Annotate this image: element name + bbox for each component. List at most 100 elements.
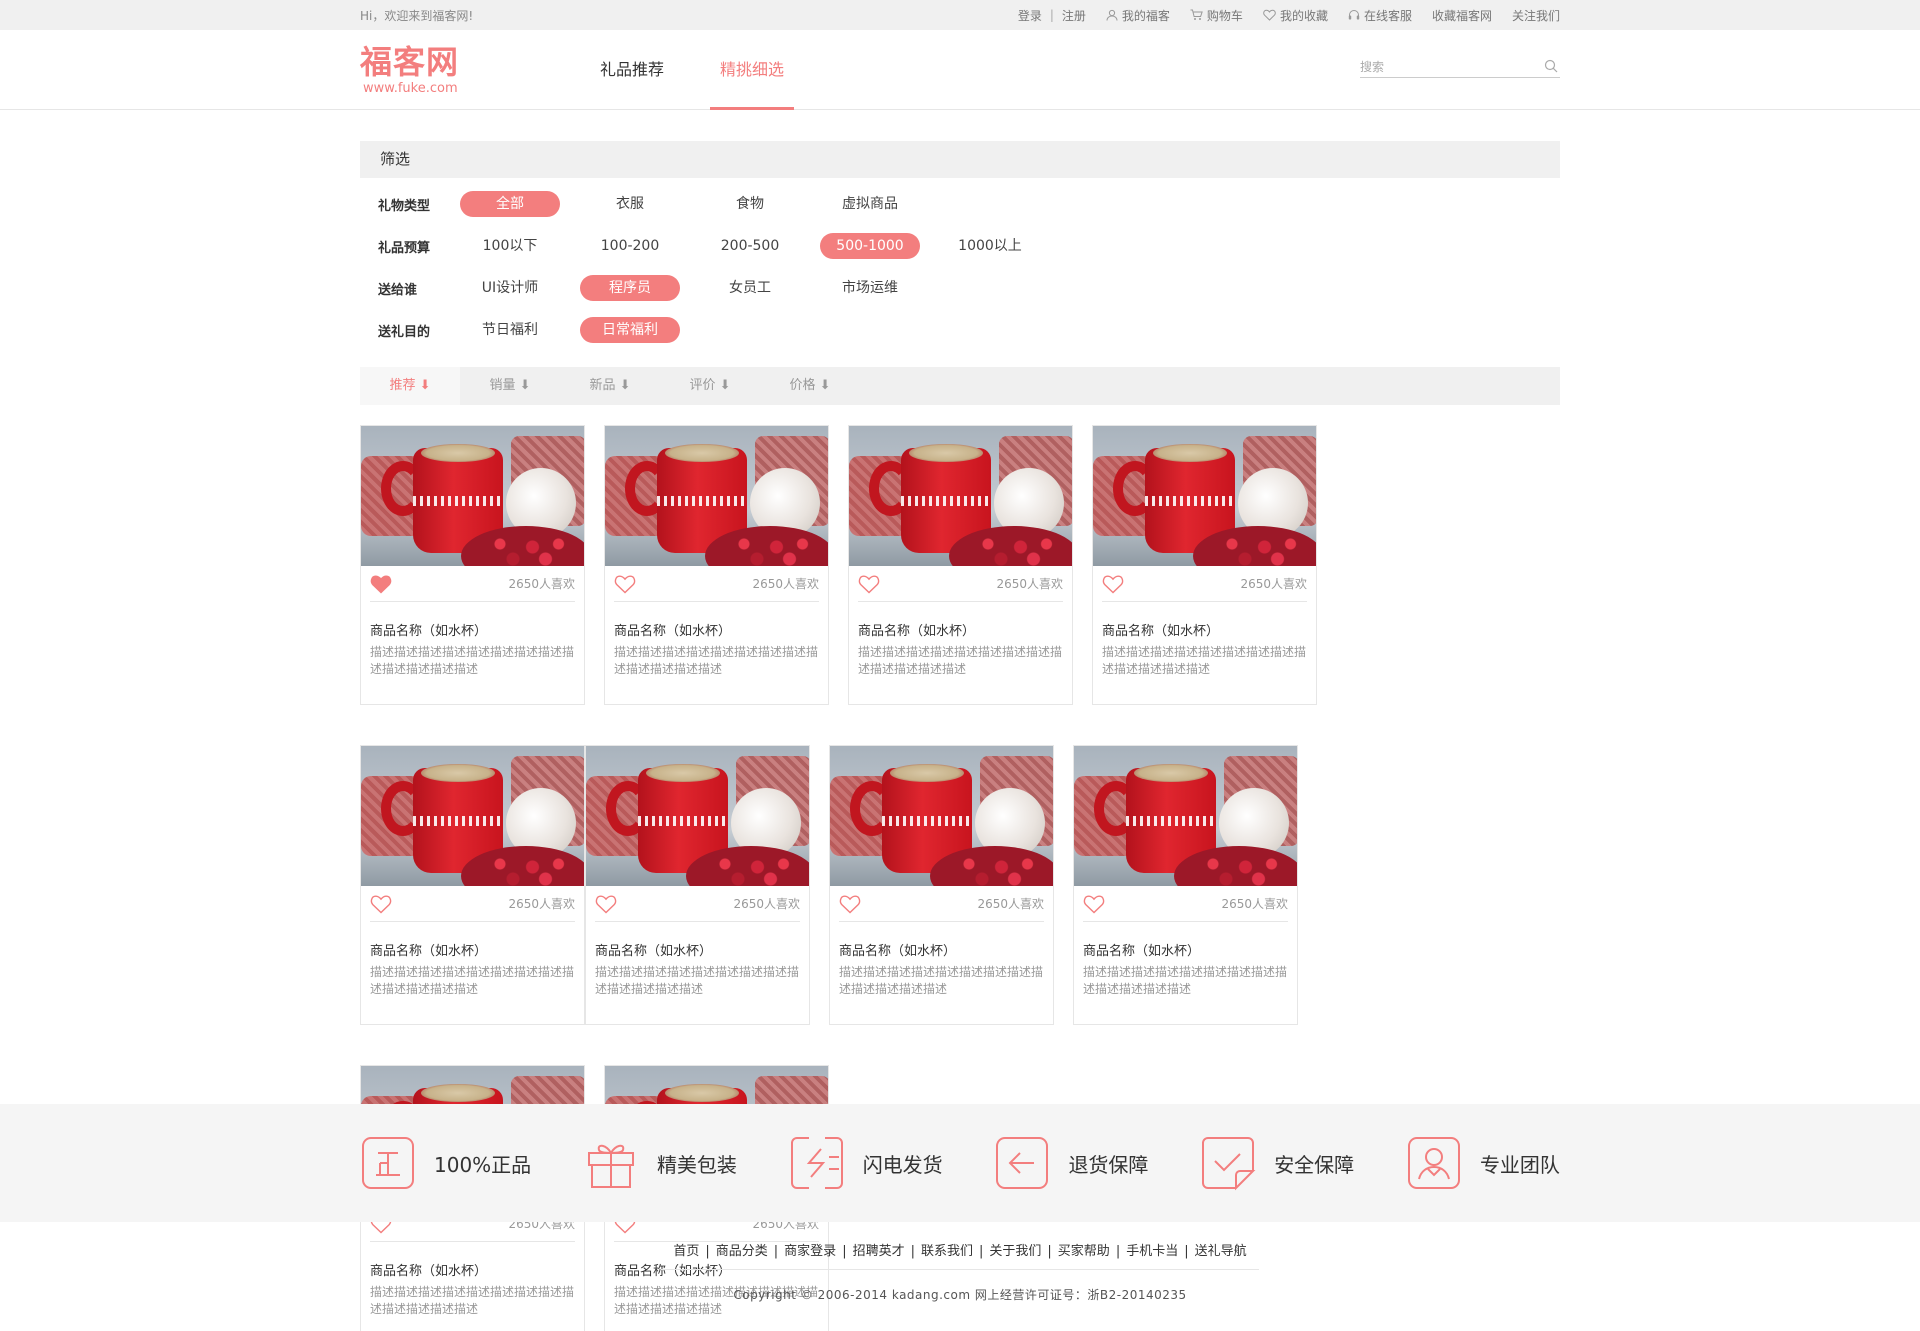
filter-option[interactable]: 女员工 [700, 275, 800, 301]
product-name[interactable]: 商品名称（如水杯） [595, 940, 800, 959]
sort-option[interactable]: 评价 ⬇ [660, 367, 760, 405]
cart-icon [1190, 9, 1203, 20]
search-input[interactable] [1360, 57, 1530, 77]
product-card[interactable]: 2650人喜欢 商品名称（如水杯） 描述描述描述描述描述描述描述描述描述描述描述描述… [829, 745, 1054, 1025]
favorites-link[interactable]: 我的收藏 [1263, 7, 1328, 24]
filter-option[interactable]: 程序员 [580, 275, 680, 301]
product-name[interactable]: 商品名称（如水杯） [614, 620, 819, 639]
product-image[interactable] [1074, 746, 1297, 886]
services-band: 100%正品 精美包装 闪电发货 退货保障 安全保障 专业团队 [0, 1104, 1920, 1222]
footer-link[interactable]: 买家帮助 [1058, 1244, 1110, 1259]
footer-link[interactable]: 联系我们 [921, 1244, 973, 1259]
sort-option[interactable]: 销量 ⬇ [460, 367, 560, 405]
cart-link[interactable]: 购物车 [1190, 7, 1243, 24]
footer-divider: | [910, 1244, 915, 1259]
filter-option[interactable]: UI设计师 [460, 275, 560, 301]
product-name[interactable]: 商品名称（如水杯） [1102, 620, 1307, 639]
like-heart-icon[interactable] [858, 574, 880, 594]
search-icon[interactable] [1544, 59, 1558, 73]
filter-label: 礼品预算 [378, 240, 431, 256]
footer-link[interactable]: 手机卡当 [1126, 1244, 1178, 1259]
product-image[interactable] [605, 426, 828, 566]
footer-link[interactable]: 商家登录 [784, 1244, 836, 1259]
product-card[interactable]: 2650人喜欢 商品名称（如水杯） 描述描述描述描述描述描述描述描述描述描述描述描述… [360, 425, 585, 705]
follow-link[interactable]: 关注我们 [1512, 7, 1560, 24]
footer-link[interactable]: 首页 [673, 1244, 699, 1259]
product-meta: 2650人喜欢 [370, 566, 575, 602]
filter-option[interactable]: 日常福利 [580, 317, 680, 343]
product-card[interactable]: 2650人喜欢 商品名称（如水杯） 描述描述描述描述描述描述描述描述描述描述描述描述… [585, 745, 810, 1025]
product-image[interactable] [830, 746, 1053, 886]
safe-check-icon [1202, 1137, 1256, 1191]
filter-option[interactable]: 虚拟商品 [820, 191, 920, 217]
product-image[interactable] [586, 746, 809, 886]
sort-option[interactable]: 价格 ⬇ [760, 367, 860, 405]
product-desc: 描述描述描述描述描述描述描述描述描述描述描述描述描述 [858, 645, 1063, 676]
product-card[interactable]: 2650人喜欢 商品名称（如水杯） 描述描述描述描述描述描述描述描述描述描述描述描述… [848, 425, 1073, 705]
filter-option[interactable]: 衣服 [580, 191, 680, 217]
product-image[interactable] [1093, 426, 1316, 566]
sort-option[interactable]: 推荐 ⬇ [360, 367, 460, 405]
filter-option[interactable]: 100以下 [460, 233, 560, 259]
like-heart-icon[interactable] [1102, 574, 1124, 594]
footer-divider: | [1047, 1244, 1052, 1259]
like-heart-icon[interactable] [370, 894, 392, 914]
like-count: 2650人喜欢 [733, 897, 800, 911]
product-card[interactable]: 2650人喜欢 商品名称（如水杯） 描述描述描述描述描述描述描述描述描述描述描述描述… [360, 745, 585, 1025]
team-icon [1407, 1137, 1460, 1189]
footer-link[interactable]: 送礼导航 [1195, 1244, 1247, 1259]
filter-option[interactable]: 100-200 [580, 233, 680, 259]
footer-divider: | [705, 1244, 710, 1259]
filter-option[interactable]: 全部 [460, 191, 560, 217]
genuine-icon [362, 1137, 414, 1189]
top-bar: Hi，欢迎来到福客网! 登录 | 注册 我的福客 购物车 我的收藏 在线客服 收… [0, 0, 1920, 30]
like-heart-icon[interactable] [370, 574, 392, 594]
product-card[interactable]: 2650人喜欢 商品名称（如水杯） 描述描述描述描述描述描述描述描述描述描述描述描述… [604, 425, 829, 705]
product-image[interactable] [849, 426, 1072, 566]
filter-option[interactable]: 200-500 [700, 233, 800, 259]
like-heart-icon[interactable] [839, 894, 861, 914]
register-link[interactable]: 注册 [1062, 7, 1086, 24]
product-name[interactable]: 商品名称（如水杯） [1083, 940, 1288, 959]
nav-handpicked[interactable]: 精挑细选 [710, 30, 794, 110]
bookmark-link[interactable]: 收藏福客网 [1432, 7, 1492, 24]
logo[interactable]: 福客网 www.fuke.com [360, 44, 459, 96]
filter-option[interactable]: 市场运维 [820, 275, 920, 301]
product-name[interactable]: 商品名称（如水杯） [858, 620, 1063, 639]
like-heart-icon[interactable] [595, 894, 617, 914]
search-box [1360, 56, 1560, 78]
like-heart-icon[interactable] [614, 574, 636, 594]
product-image[interactable] [361, 746, 584, 886]
product-name[interactable]: 商品名称（如水杯） [370, 620, 575, 639]
filter-option[interactable]: 500-1000 [820, 233, 920, 259]
footer-divider: | [1115, 1244, 1121, 1259]
like-heart-icon[interactable] [1083, 894, 1105, 914]
my-fuke-link[interactable]: 我的福客 [1106, 7, 1170, 24]
footer-link[interactable]: 关于我们 [989, 1244, 1041, 1259]
product-image[interactable] [361, 426, 584, 566]
product-name[interactable]: 商品名称（如水杯） [370, 940, 575, 959]
product-name[interactable]: 商品名称（如水杯） [839, 940, 1044, 959]
gift-icon [587, 1144, 634, 1188]
footer: 首页 | 商品分类 | 商家登录 | 招聘英才 | 联系我们 | 关于我们 | 买家帮助 | 手机卡当 | 送礼… [0, 1240, 1920, 1303]
product-meta: 2650人喜欢 [1102, 566, 1307, 602]
header: 福客网 www.fuke.com 礼品推荐 精挑细选 [0, 30, 1920, 110]
sort-bar: 推荐 ⬇ 销量 ⬇ 新品 ⬇ 评价 ⬇ 价格 ⬇ [360, 367, 1560, 405]
sort-option[interactable]: 新品 ⬇ [560, 367, 660, 405]
nav-gift-recommend[interactable]: 礼品推荐 [590, 30, 674, 109]
footer-link[interactable]: 招聘英才 [853, 1244, 905, 1259]
service-label: 100%正品 [434, 1152, 532, 1177]
favorites-label: 我的收藏 [1279, 8, 1328, 23]
welcome-text: Hi，欢迎来到福客网! [360, 8, 474, 23]
service-label: 闪电发货 [862, 1152, 943, 1177]
filter-option[interactable]: 食物 [700, 191, 800, 217]
online-service-link[interactable]: 在线客服 [1348, 7, 1412, 24]
login-link[interactable]: 登录 [1018, 7, 1042, 24]
product-card[interactable]: 2650人喜欢 商品名称（如水杯） 描述描述描述描述描述描述描述描述描述描述描述描述… [1092, 425, 1317, 705]
filter-option[interactable]: 1000以上 [940, 233, 1040, 259]
product-desc: 描述描述描述描述描述描述描述描述描述描述描述描述描述 [839, 965, 1044, 996]
filter-option[interactable]: 节日福利 [460, 317, 560, 343]
product-card[interactable]: 2650人喜欢 商品名称（如水杯） 描述描述描述描述描述描述描述描述描述描述描述描述… [1073, 745, 1298, 1025]
filter-label: 礼物类型 [378, 198, 431, 214]
footer-link[interactable]: 商品分类 [716, 1244, 768, 1259]
